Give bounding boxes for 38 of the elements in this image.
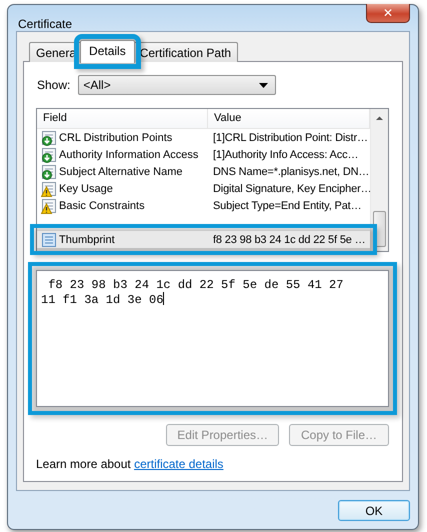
certificate-warning-icon <box>41 180 57 196</box>
scrollbar-thumb[interactable] <box>373 211 386 247</box>
ok-button[interactable]: OK <box>338 500 410 521</box>
scroll-up-icon[interactable] <box>375 115 384 121</box>
show-label: Show: <box>37 78 70 92</box>
field-value: [1]CRL Distribution Point: Distr… <box>212 132 369 144</box>
field-value: Subject Type=End Entity, Pat… <box>212 200 362 212</box>
dropdown-arrow-icon <box>259 82 268 88</box>
tab[interactable]: Certification Path <box>132 42 238 62</box>
field-name: Basic Constraints <box>59 200 145 212</box>
field-row[interactable]: Key Usage Digital Signature, Key Encipher… <box>37 180 370 197</box>
certificate-details-link[interactable]: certificate details <box>134 457 224 471</box>
certificate-download-icon <box>41 164 57 180</box>
field-value: [1]Authority Info Access: Acc… <box>212 148 360 160</box>
field-row[interactable]: CRL Distribution Points [1]CRL Distribution Point: Distr… <box>37 129 370 146</box>
field-name: Key Usage <box>59 182 113 194</box>
text-cursor <box>163 292 164 305</box>
certificate-download-icon <box>41 146 57 162</box>
learn-more-text: Learn more about certificate details <box>36 457 224 471</box>
column-header[interactable]: Field <box>37 109 208 128</box>
field-value: DNS Name=*.planisys.net, DN… <box>212 166 370 178</box>
field-name: CRL Distribution Points <box>59 132 172 144</box>
field-row[interactable]: Thumbprint f8 23 98 b3 24 1c dd 22 5f 5e … <box>37 231 370 248</box>
field-name: Thumbprint <box>59 234 115 246</box>
scrollbar[interactable] <box>370 109 388 251</box>
field-name: Authority Information Access <box>59 148 198 160</box>
certificate-warning-icon <box>41 198 57 214</box>
field-value: Digital Signature, Key Encipher… <box>212 182 372 194</box>
field-row[interactable]: Basic Constraints Subject Type=End Entity, Pat… <box>37 197 370 214</box>
field-name: Subject Alternative Name <box>59 166 183 178</box>
field-row[interactable]: Subject Alternative Name DNS Name=*.planisys.net, DN… <box>37 163 370 180</box>
certificate-download-icon <box>41 130 57 146</box>
close-button[interactable]: ✕ <box>366 4 410 23</box>
field-row[interactable]: Authority Information Access [1]Authority Info Access: Acc… <box>37 146 370 163</box>
show-dropdown[interactable]: <All> <box>78 75 276 95</box>
window-title: Certificate <box>18 17 74 31</box>
document-icon <box>41 232 57 248</box>
field-value: f8 23 98 b3 24 1c dd 22 5f 5e … <box>212 234 367 246</box>
